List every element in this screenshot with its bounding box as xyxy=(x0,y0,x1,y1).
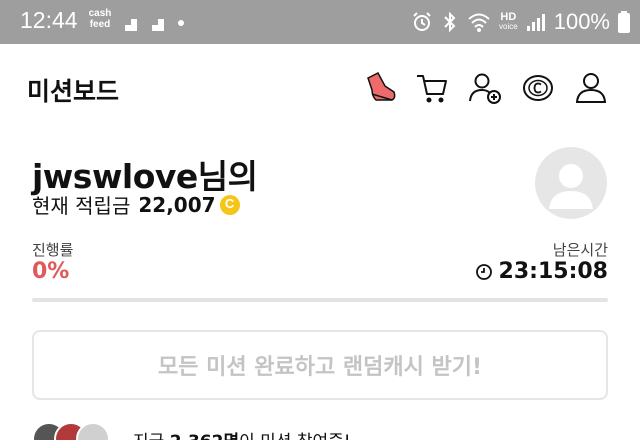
participants-prefix: 지금 xyxy=(133,432,170,440)
cashfeed-notification-icon: cash feed xyxy=(87,8,113,30)
points-summary: 현재 적립금 22,007 xyxy=(32,190,240,219)
remaining-time-value: 23:15:08 xyxy=(498,259,608,284)
alarm-icon xyxy=(413,12,431,31)
cart-icon[interactable] xyxy=(414,70,450,106)
wifi-icon xyxy=(468,13,490,32)
progress-bar xyxy=(32,298,608,302)
add-friend-icon[interactable] xyxy=(467,70,503,106)
profile-icon[interactable] xyxy=(573,70,609,106)
mission-shoe-icon[interactable] xyxy=(362,70,398,106)
default-avatar-icon xyxy=(549,164,593,209)
remaining-time-label: 남은시간 xyxy=(552,241,608,259)
signal-icon xyxy=(526,14,545,31)
progress-label: 진행률 xyxy=(32,241,74,259)
voice-label: voice xyxy=(499,22,518,31)
participants-count: 2,362명 xyxy=(170,432,239,440)
participants-text: 지금 2,362명이 미션 참여중! xyxy=(133,427,351,440)
participants-banner: 지금 2,362명이 미션 참여중! xyxy=(32,420,351,440)
points-value: 22,007 xyxy=(138,192,216,217)
battery-percent: 100% xyxy=(553,9,610,34)
status-bar: 12:44 cash feed HD voice 100% xyxy=(0,0,640,44)
avatar[interactable] xyxy=(535,147,607,219)
status-right: HD voice 100% xyxy=(411,7,630,37)
clock-icon xyxy=(475,263,492,280)
cash-coin-icon[interactable] xyxy=(520,70,556,106)
cashfeed-line2: feed xyxy=(89,19,111,30)
participant-avatars xyxy=(32,420,127,440)
battery-icon xyxy=(618,11,630,33)
stairs-notification-icon xyxy=(119,15,137,31)
coin-icon xyxy=(219,194,240,215)
page-title: 미션보드 xyxy=(27,77,120,106)
stairs-notification-icon xyxy=(146,15,164,31)
cashfeed-line1: cash xyxy=(88,8,112,19)
progress-value: 0% xyxy=(32,259,70,284)
participants-suffix: 이 미션 참여중! xyxy=(239,432,350,440)
bluetooth-icon xyxy=(444,11,456,33)
remaining-time: 23:15:08 xyxy=(475,259,608,284)
status-time: 12:44 xyxy=(20,7,78,33)
hd-voice-indicator: HD voice xyxy=(499,12,518,32)
random-cash-button[interactable]: 모든 미션 완료하고 랜덤캐시 받기! xyxy=(32,330,608,400)
more-notifications-dot xyxy=(178,20,184,26)
points-label: 현재 적립금 xyxy=(32,194,131,218)
